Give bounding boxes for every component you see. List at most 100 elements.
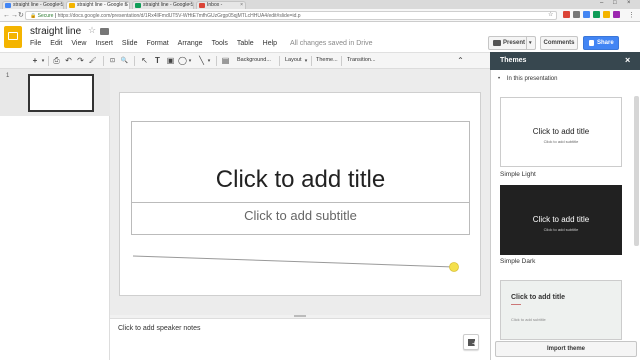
menu-insert[interactable]: Insert [95, 40, 113, 50]
themes-section-header[interactable]: • In this presentation [498, 76, 557, 82]
browser-tab-active[interactable]: straight line - Google S × [66, 1, 130, 9]
maximize-icon[interactable]: □ [613, 0, 617, 6]
bookmark-star-icon[interactable]: ☆ [548, 11, 553, 20]
document-title[interactable]: straight line [30, 26, 81, 37]
theme-button[interactable]: Theme... [316, 57, 338, 63]
secure-label: Secure [37, 13, 54, 19]
layout-dropdown-icon[interactable]: ▾ [303, 56, 309, 66]
comments-button[interactable]: Comments [540, 36, 578, 50]
menu-edit[interactable]: Edit [50, 40, 62, 50]
menu-tools[interactable]: Tools [212, 40, 228, 50]
reload-icon[interactable]: ↻ [18, 11, 24, 20]
new-slide-dropdown-icon[interactable]: ▾ [40, 56, 46, 66]
slides-favicon-icon [5, 3, 11, 8]
theme-name: Simple Dark [500, 258, 536, 265]
toolbar: + ▾ ⎙ ↶ ↷ 🖌 ⊡ 🔍 ↖ T ▣ ◯ ▾ ╲ ▾ ▤ Backgrou… [0, 52, 490, 69]
folder-icon[interactable] [100, 28, 109, 35]
sheets-favicon-icon [135, 3, 141, 8]
present-dropdown-icon[interactable]: ▾ [529, 37, 532, 49]
extension-icon[interactable] [583, 11, 590, 18]
zoom-icon[interactable]: 🔍 [120, 56, 129, 66]
slide-thumbnail[interactable] [28, 74, 94, 112]
lock-icon [589, 40, 594, 46]
window-close-icon[interactable]: × [627, 0, 631, 6]
close-icon[interactable]: × [625, 55, 630, 65]
menu-table[interactable]: Table [237, 40, 254, 50]
zoom-fit-icon[interactable]: ⊡ [108, 56, 117, 66]
browser-menu-icon[interactable]: ⋮ [628, 11, 635, 20]
browser-tab[interactable]: straight line - Google S × [2, 1, 64, 9]
lock-icon: 🔒 [30, 13, 37, 19]
browser-tab-label: straight line - Google S [13, 2, 64, 8]
theme-preview-title: Click to add title [532, 215, 590, 224]
browser-tab-label: straight line - Google S [77, 2, 128, 8]
menu-format[interactable]: Format [146, 40, 168, 50]
slides-favicon-icon [69, 3, 75, 8]
tab-close-icon[interactable]: × [240, 2, 243, 9]
add-icon: + [468, 339, 477, 348]
url-input[interactable]: 🔒 Secure | https://docs.google.com/prese… [25, 11, 557, 20]
share-button[interactable]: Share [583, 36, 619, 50]
redo-icon[interactable]: ↷ [76, 56, 85, 66]
url-text: https://docs.google.com/presentation/d/1… [57, 13, 301, 19]
select-icon[interactable]: ↖ [140, 56, 149, 66]
present-label: Present [503, 40, 526, 46]
notes-resize-handle[interactable] [294, 315, 306, 317]
image-icon[interactable]: ▣ [166, 56, 175, 66]
forward-icon[interactable]: → [11, 11, 18, 20]
tab-close-icon[interactable]: × [124, 2, 127, 9]
theme-preview-title: Click to add title [511, 294, 566, 301]
browser-tab-label: Inbox - [207, 2, 223, 8]
new-slide-icon[interactable]: + [31, 56, 39, 66]
browser-tab[interactable]: Inbox - × [196, 1, 246, 9]
theme-name: Simple Light [500, 171, 536, 178]
import-theme-button[interactable]: Import theme [495, 341, 637, 357]
theme-simple-dark[interactable]: Click to add title Click to add subtitle [500, 185, 622, 255]
theme-simple-light[interactable]: Click to add title Click to add subtitle [500, 97, 622, 167]
themes-panel-title: Themes [500, 57, 527, 64]
comment-icon[interactable]: ▤ [221, 56, 230, 66]
print-icon[interactable]: ⎙ [52, 56, 61, 66]
star-icon[interactable]: ☆ [88, 25, 96, 36]
slides-logo-icon[interactable] [4, 26, 22, 48]
present-button[interactable]: Present ▾ [488, 36, 536, 50]
line-dropdown-icon[interactable]: ▾ [206, 56, 212, 66]
line-icon[interactable]: ╲ [197, 56, 206, 66]
back-icon[interactable]: ← [3, 11, 10, 20]
layout-button[interactable]: Layout [285, 57, 302, 63]
browser-address-bar: ← → ↻ 🔒 Secure | https://docs.google.com… [0, 9, 640, 22]
menu-bar: File Edit View Insert Slide Format Arran… [30, 40, 373, 50]
subtitle-placeholder[interactable]: Click to add subtitle [131, 208, 470, 223]
theme-preview-subtitle: Click to add subtitle [543, 139, 579, 144]
menu-slide[interactable]: Slide [122, 40, 138, 50]
transition-button[interactable]: Transition... [347, 57, 376, 63]
shape-dropdown-icon[interactable]: ▾ [187, 56, 193, 66]
shape-icon[interactable]: ◯ [178, 56, 187, 66]
background-button[interactable]: Background... [237, 57, 271, 63]
collapse-toolbar-icon[interactable]: ⌃ [456, 56, 465, 66]
menu-help[interactable]: Help [263, 40, 277, 50]
browser-tab[interactable]: straight line - Google S × [132, 1, 194, 9]
save-status[interactable]: All changes saved in Drive [290, 40, 373, 50]
themes-scrollbar[interactable] [634, 96, 639, 246]
speaker-notes-placeholder[interactable]: Click to add speaker notes [118, 325, 201, 332]
extension-icon[interactable] [573, 11, 580, 18]
extension-icon[interactable] [563, 11, 570, 18]
menu-arrange[interactable]: Arrange [178, 40, 203, 50]
menu-file[interactable]: File [30, 40, 41, 50]
tab-close-icon[interactable]: × [188, 2, 191, 9]
theme-preview-3[interactable]: Click to add title Click to add subtitle [500, 280, 622, 340]
minimize-icon[interactable]: – [600, 0, 603, 6]
extension-icon[interactable] [603, 11, 610, 18]
extension-icon[interactable] [593, 11, 600, 18]
title-placeholder[interactable]: Click to add title [131, 166, 470, 194]
extension-icon[interactable] [613, 11, 620, 18]
slide-number: 1 [6, 73, 10, 79]
bullet-icon: • [498, 76, 501, 82]
tab-close-icon[interactable]: × [58, 2, 61, 9]
undo-icon[interactable]: ↶ [64, 56, 73, 66]
add-button[interactable]: + [463, 334, 479, 350]
menu-view[interactable]: View [71, 40, 86, 50]
textbox-icon[interactable]: T [153, 56, 162, 66]
paint-format-icon[interactable]: 🖌 [88, 56, 97, 66]
